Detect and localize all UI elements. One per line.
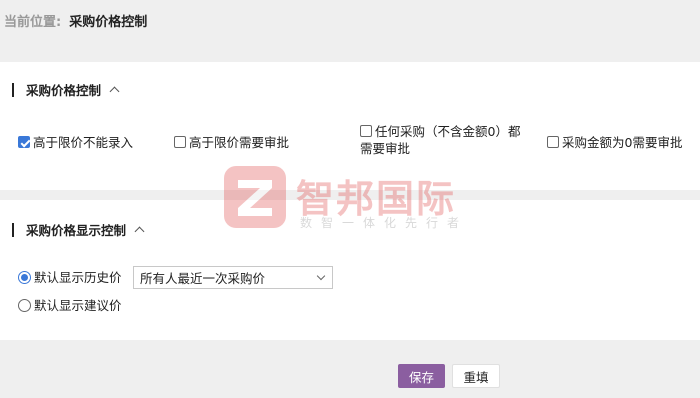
price-control-header[interactable]: 采购价格控制 <box>12 80 120 99</box>
option-approve-over-limit[interactable]: 高于限价需要审批 <box>174 134 289 151</box>
option-label-line2: 需要审批 <box>360 141 411 156</box>
reset-button[interactable]: 重填 <box>452 364 500 388</box>
breadcrumb: 当前位置: 采购价格控制 <box>0 0 700 40</box>
breadcrumb-current: 采购价格控制 <box>69 14 148 30</box>
radio-history-price[interactable]: 默认显示历史价 <box>18 269 122 286</box>
checkbox-icon[interactable] <box>360 125 372 137</box>
checkbox-icon[interactable] <box>174 136 186 148</box>
select-value: 所有人最近一次采购价 <box>140 271 266 286</box>
option-approve-all[interactable]: 任何采购（不含金额0）都 需要审批 <box>360 123 520 157</box>
price-display-panel: 采购价格显示控制 默认显示历史价 所有人最近一次采购价 默认显示建议价 <box>0 200 700 340</box>
option-block-over-limit[interactable]: 高于限价不能录入 <box>18 134 133 151</box>
radio-label: 默认显示历史价 <box>34 270 122 285</box>
save-button[interactable]: 保存 <box>398 364 445 388</box>
option-label: 高于限价需要审批 <box>189 135 290 150</box>
chevron-up-icon[interactable] <box>134 226 145 237</box>
price-display-header[interactable]: 采购价格显示控制 <box>12 220 145 239</box>
option-approve-zero[interactable]: 采购金额为0需要审批 <box>547 134 682 151</box>
radio-icon[interactable] <box>18 299 31 312</box>
page: 当前位置: 采购价格控制 采购价格控制 高于限价不能录入 高于限价需要审批 任何… <box>0 0 700 398</box>
radio-suggested-price[interactable]: 默认显示建议价 <box>18 297 122 314</box>
option-label: 高于限价不能录入 <box>33 135 134 150</box>
header-bar <box>12 82 14 97</box>
checkbox-icon[interactable] <box>547 136 559 148</box>
option-label: 任何采购（不含金额0）都 需要审批 <box>360 123 521 157</box>
header-bar <box>12 222 14 237</box>
option-label: 采购金额为0需要审批 <box>562 135 683 150</box>
option-label-line1: 任何采购（不含金额0）都 <box>375 124 521 139</box>
chevron-down-icon <box>316 271 326 281</box>
breadcrumb-label: 当前位置: <box>4 14 62 30</box>
checkbox-checked-icon[interactable] <box>18 136 30 148</box>
radio-checked-icon[interactable] <box>18 271 31 284</box>
price-source-select[interactable]: 所有人最近一次采购价 <box>133 266 333 289</box>
chevron-up-icon[interactable] <box>109 86 120 97</box>
price-control-panel: 采购价格控制 高于限价不能录入 高于限价需要审批 任何采购（不含金额0）都 需要… <box>0 62 700 190</box>
price-control-title: 采购价格控制 <box>26 83 102 98</box>
radio-label: 默认显示建议价 <box>34 298 122 313</box>
price-display-title: 采购价格显示控制 <box>26 223 127 238</box>
